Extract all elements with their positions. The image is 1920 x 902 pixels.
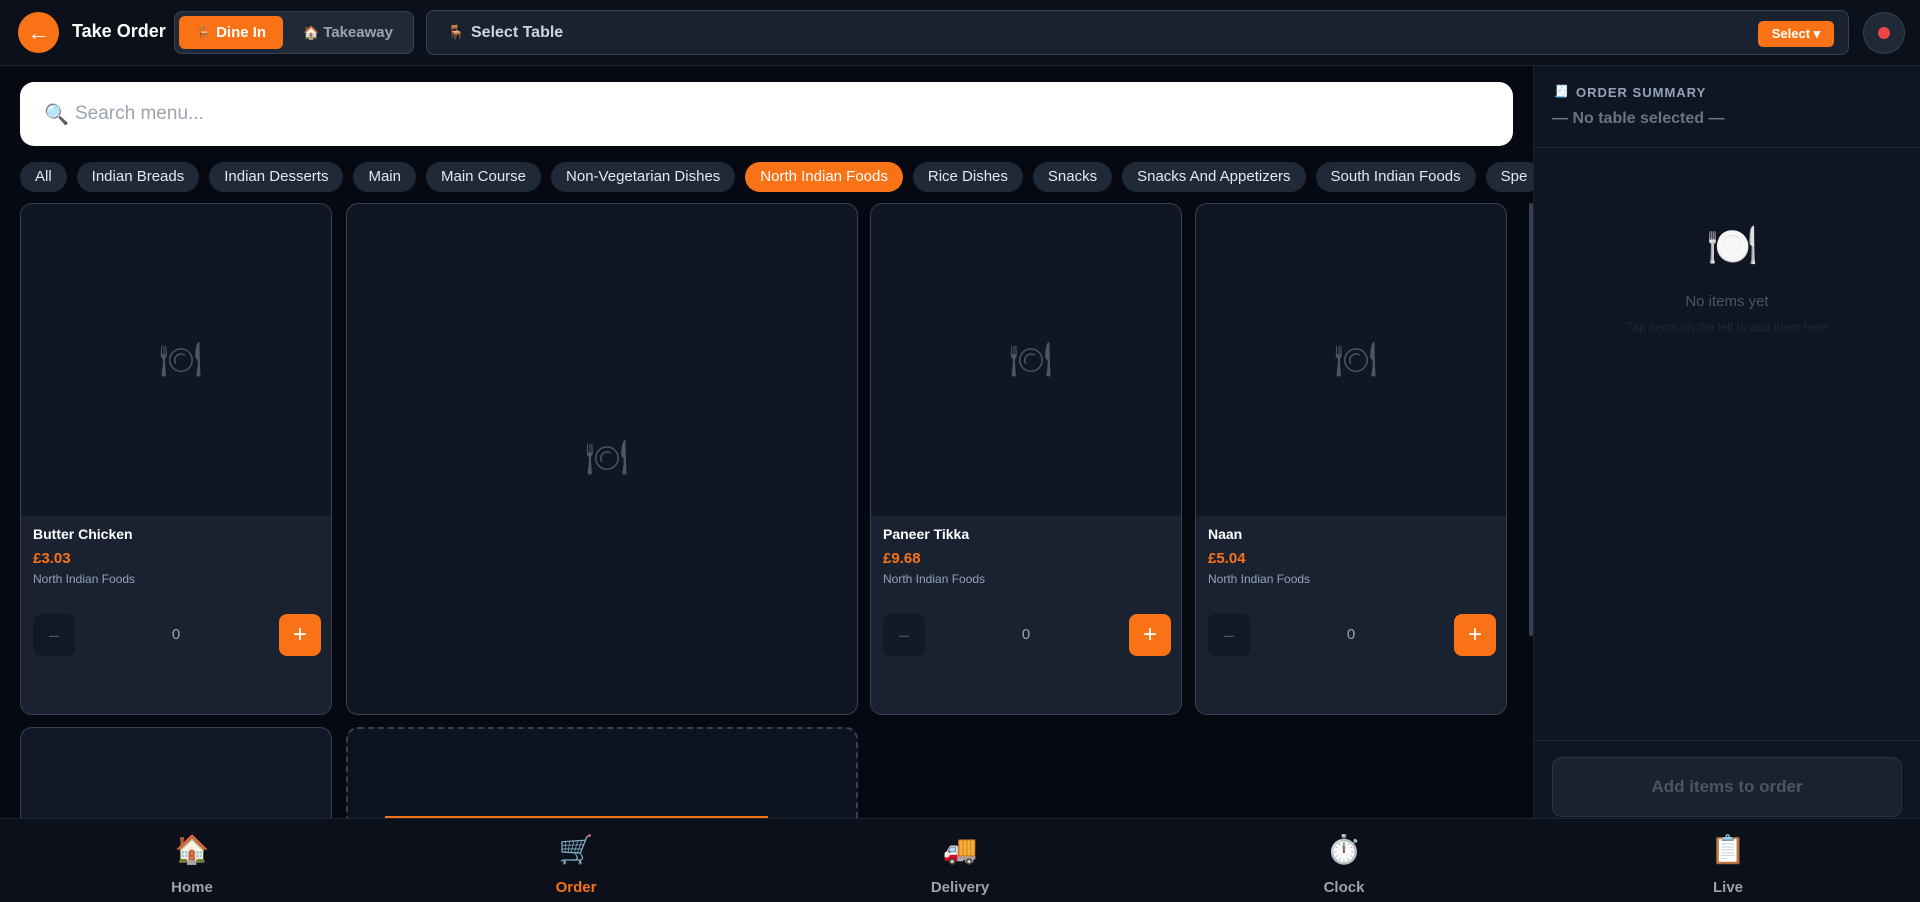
item-price: £9.68 (883, 550, 921, 567)
select-table-button[interactable]: Select ▾ (1758, 21, 1834, 47)
category-main-course[interactable]: Main Course (425, 162, 542, 192)
item-image-placeholder: 🍽 (871, 204, 1181, 516)
table-selector[interactable]: 🪑 Select Table Select ▾ (426, 10, 1849, 55)
record-button[interactable] (1863, 12, 1905, 54)
increase-quantity-button[interactable]: + (1129, 614, 1171, 656)
menu-item-card[interactable]: 🍽 Paneer Tikka £9.68 North Indian Foods … (870, 203, 1182, 715)
nav-label: Home (171, 879, 213, 896)
nav-home[interactable]: 🏠 Home (0, 819, 384, 902)
record-dot-icon (1878, 27, 1890, 39)
category-main[interactable]: Main (353, 162, 416, 192)
search-bar: 🔍 (20, 82, 1513, 146)
category-snacks-and-appetizers[interactable]: Snacks And Appetizers (1122, 162, 1306, 192)
nav-delivery[interactable]: 🚚 Delivery (768, 819, 1152, 902)
item-name: Paneer Tikka (883, 526, 970, 542)
order-type-toggle: 🪑 Dine In 🏠 Takeaway (174, 11, 414, 54)
stopwatch-icon: ⏱️ (1326, 834, 1362, 865)
item-name: Butter Chicken (33, 526, 133, 542)
menu-grid: 🍽 Butter Chicken £3.03 North Indian Food… (0, 200, 1525, 818)
category-indian-breads[interactable]: Indian Breads (76, 162, 200, 192)
receipt-icon: 🧾 (1554, 84, 1569, 98)
category-south-indian-foods[interactable]: South Indian Foods (1315, 162, 1476, 192)
item-name: Naan (1208, 526, 1243, 542)
menu-item-card-dashed[interactable] (346, 727, 858, 818)
plate-icon: 🍽 (585, 439, 629, 477)
dine-in-button[interactable]: 🪑 Dine In (179, 16, 283, 49)
item-info: Naan £5.04 North Indian Foods – 0 + (1196, 516, 1506, 714)
item-category: North Indian Foods (1208, 572, 1311, 586)
menu-item-card[interactable]: 🍽 Butter Chicken £3.03 North Indian Food… (20, 203, 332, 715)
item-image-placeholder: 🍽 (1196, 204, 1506, 516)
cart-icon: 🛒 (558, 834, 594, 865)
bottom-navigation: 🏠 Home 🛒 Order 🚚 Delivery ⏱️ Clock 📋 Liv… (0, 818, 1920, 902)
home-icon: 🏠 (174, 834, 210, 865)
empty-state-hint: Tap items on the left to add them here (1626, 320, 1828, 334)
category-tabs: All Indian Breads Indian Desserts Main Main … (20, 162, 1533, 192)
order-summary-footer: Add items to order (1534, 740, 1920, 818)
category-snacks[interactable]: Snacks (1032, 162, 1113, 192)
takeaway-button[interactable]: 🏠 Takeaway (291, 16, 405, 49)
chair-icon: 🪑 (447, 24, 465, 40)
table-status: — No table selected — (1552, 110, 1725, 127)
nav-label: Clock (1323, 879, 1365, 896)
category-north-indian-foods[interactable]: North Indian Foods (745, 162, 903, 192)
top-bar: ← Take Order 🪑 Dine In 🏠 Takeaway 🪑 Select… (0, 0, 1920, 66)
plate-icon: 🍽️ (1706, 222, 1759, 269)
plate-icon: 🍽 (1009, 341, 1053, 379)
arrow-left-icon: ← (27, 20, 50, 45)
nav-live[interactable]: 📋 Live (1536, 819, 1920, 902)
item-image-placeholder: 🍽 (21, 204, 331, 516)
nav-clock[interactable]: ⏱️ Clock (1152, 819, 1536, 902)
menu-item-card[interactable] (20, 727, 332, 818)
add-items-to-order-button[interactable]: Add items to order (1552, 757, 1902, 817)
delivery-truck-icon: 🚚 (942, 834, 978, 865)
nav-label: Delivery (930, 879, 990, 896)
search-icon: 🔍 (44, 104, 69, 126)
menu-item-card-placeholder[interactable]: 🍽 (346, 203, 858, 715)
house-icon: 🏠 (303, 25, 320, 40)
plate-icon: 🍽 (1334, 341, 1378, 379)
item-price: £5.04 (1208, 550, 1246, 567)
nav-label: Order (555, 879, 597, 896)
category-indian-desserts[interactable]: Indian Desserts (209, 162, 344, 192)
category-non-vegetarian-dishes[interactable]: Non-Vegetarian Dishes (551, 162, 736, 192)
item-category: North Indian Foods (883, 572, 986, 586)
order-summary-header: 🧾 ORDER SUMMARY — No table selected — (1534, 66, 1920, 148)
item-info: Paneer Tikka £9.68 North Indian Foods – … (871, 516, 1181, 714)
plate-icon: 🍽 (159, 341, 203, 379)
search-input[interactable] (75, 82, 1475, 146)
nav-order[interactable]: 🛒 Order (384, 819, 768, 902)
order-summary-panel: 🧾 ORDER SUMMARY — No table selected — 🍽️… (1533, 66, 1920, 818)
back-button[interactable]: ← (18, 12, 59, 53)
page-title: Take Order (72, 21, 166, 41)
order-summary-title: ORDER SUMMARY (1576, 85, 1707, 100)
category-rice-dishes[interactable]: Rice Dishes (912, 162, 1023, 192)
select-table-label: Select Table (471, 24, 564, 41)
category-truncated[interactable]: Spe (1485, 162, 1533, 192)
increase-quantity-button[interactable]: + (279, 614, 321, 656)
category-all[interactable]: All (20, 162, 67, 192)
clipboard-icon: 📋 (1710, 834, 1746, 865)
chair-icon: 🪑 (195, 25, 213, 40)
nav-label: Live (1712, 879, 1743, 896)
empty-state-title: No items yet (1685, 293, 1769, 310)
dine-in-label: Dine In (216, 24, 267, 41)
increase-quantity-button[interactable]: + (1454, 614, 1496, 656)
item-category: North Indian Foods (33, 572, 136, 586)
item-price: £3.03 (33, 550, 71, 567)
menu-item-card[interactable]: 🍽 Naan £5.04 North Indian Foods – 0 + (1195, 203, 1507, 715)
item-info: Butter Chicken £3.03 North Indian Foods … (21, 516, 331, 714)
takeaway-label: Takeaway (323, 24, 393, 41)
